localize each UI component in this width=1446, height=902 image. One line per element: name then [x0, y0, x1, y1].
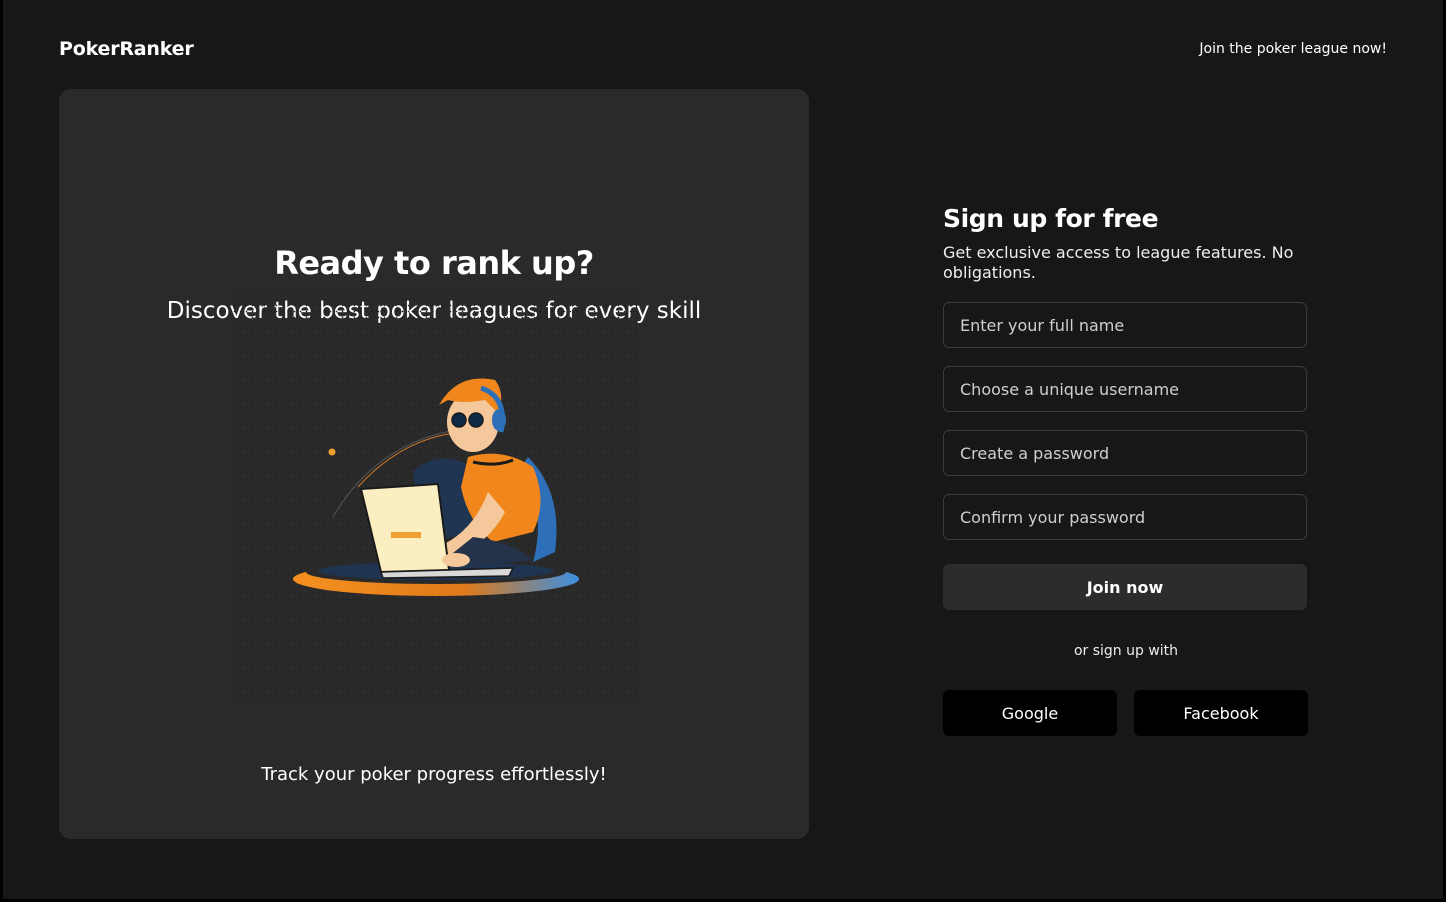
signup-description: Get exclusive access to league features.…: [943, 243, 1294, 282]
signup-form: [943, 302, 1309, 540]
hero-footer-text: Track your poker progress effortlessly!: [261, 764, 607, 785]
hero-title: Ready to rank up?: [274, 244, 594, 282]
confirm-password-input[interactable]: [943, 494, 1307, 540]
password-input[interactable]: [943, 430, 1307, 476]
signup-panel: Sign up for free Get exclusive access to…: [943, 204, 1309, 736]
facebook-button[interactable]: Facebook: [1134, 690, 1308, 736]
or-sign-up-with-text: or sign up with: [1073, 643, 1179, 659]
person-using-laptop-illustration: [233, 292, 639, 702]
hero-card: Ready to rank up? Discover the best poke…: [59, 89, 809, 839]
social-signup-buttons: Google Facebook: [943, 690, 1308, 736]
join-now-button[interactable]: Join now: [943, 564, 1307, 610]
app-root: PokerRanker Join the poker league now! R…: [3, 0, 1443, 899]
full-name-input[interactable]: [943, 302, 1307, 348]
signup-title: Sign up for free: [943, 204, 1159, 233]
google-button[interactable]: Google: [943, 690, 1117, 736]
brand-logo[interactable]: PokerRanker: [59, 38, 194, 60]
username-input[interactable]: [943, 366, 1307, 412]
join-league-link[interactable]: Join the poker league now!: [1199, 41, 1387, 57]
